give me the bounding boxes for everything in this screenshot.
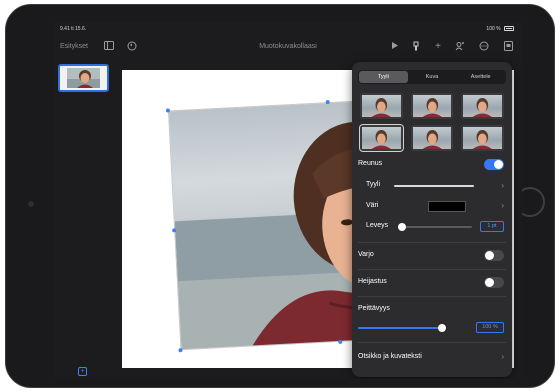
format-tabs: Tyyli Kuva Asettele <box>358 70 506 84</box>
battery-percent: 100 % <box>486 26 501 32</box>
border-color-label: Väri <box>366 202 379 209</box>
toolbar: Esitykset Muotokuvakollaasi + <box>54 34 522 62</box>
shadow-toggle[interactable] <box>484 250 504 261</box>
tab-arrange[interactable]: Asettele <box>456 71 505 83</box>
format-popover: Tyyli Kuva Asettele Reunus Tyyli › Väri … <box>352 62 512 377</box>
border-color-swatch[interactable] <box>428 201 466 212</box>
reflection-row: Heijastus <box>352 276 512 290</box>
border-width-slider-knob[interactable] <box>397 223 406 231</box>
more-icon[interactable] <box>478 41 490 53</box>
style-preset-thumbnail <box>362 95 401 117</box>
border-row: Reunus <box>352 158 512 172</box>
slide-thumbnail[interactable] <box>58 64 109 92</box>
opacity-slider-fill <box>358 327 442 329</box>
battery-indicator: 100 % <box>486 26 514 32</box>
reflection-label: Heijastus <box>358 278 387 285</box>
border-width-label: Leveys <box>366 222 389 229</box>
front-camera <box>28 201 34 207</box>
caption-label: Otsikko ja kuvateksti <box>358 353 422 360</box>
opacity-label-row: Peittävyys <box>352 304 512 316</box>
border-style-row[interactable]: Tyyli › <box>352 180 512 192</box>
chevron-right-icon: › <box>501 352 504 361</box>
border-width-slider[interactable] <box>397 223 472 231</box>
opacity-label: Peittävyys <box>358 305 390 312</box>
border-toggle[interactable] <box>484 159 504 170</box>
divider <box>358 342 506 343</box>
opacity-slider[interactable] <box>358 324 446 332</box>
chevron-right-icon: › <box>501 201 504 210</box>
border-style-preview <box>394 185 474 187</box>
battery-icon <box>504 26 514 32</box>
shadow-label: Varjo <box>358 251 374 258</box>
border-label: Reunus <box>358 160 383 167</box>
caption-row[interactable]: Otsikko ja kuvateksti › <box>352 352 512 364</box>
style-preset-thumbnail <box>412 95 452 117</box>
add-icon[interactable]: + <box>432 41 444 53</box>
ipad-frame: 9.41 ti 15.6. 100 % Esitykset Muotokuvak… <box>5 4 555 388</box>
chevron-right-icon: › <box>501 181 504 190</box>
share-icon[interactable] <box>454 41 466 53</box>
opacity-slider-knob[interactable] <box>438 324 446 332</box>
border-width-field[interactable]: 1 pt <box>480 221 504 232</box>
style-preset[interactable] <box>360 93 403 119</box>
divider <box>358 296 506 297</box>
image-style-presets <box>359 93 504 152</box>
shadow-row: Varjo <box>352 249 512 263</box>
opacity-row: 100 % <box>352 321 512 334</box>
status-time: 9.41 ti 15.6. <box>60 26 87 32</box>
tab-style[interactable]: Tyyli <box>359 71 408 83</box>
resize-handle-bottom-left[interactable] <box>178 348 183 353</box>
document-title: Muotokuvakollaasi <box>259 43 317 50</box>
border-width-row: Leveys 1 pt <box>352 220 512 233</box>
style-preset[interactable] <box>410 93 454 119</box>
divider <box>358 242 506 243</box>
document-icon[interactable] <box>502 41 514 53</box>
slide-thumbnail-image <box>60 66 107 90</box>
resize-handle-bottom[interactable] <box>338 339 343 344</box>
style-preset-thumbnail <box>412 127 452 149</box>
tab-image[interactable]: Kuva <box>408 71 457 83</box>
style-preset[interactable] <box>410 125 454 151</box>
keynote-screen: 9.41 ti 15.6. 100 % Esitykset Muotokuvak… <box>54 22 522 379</box>
format-brush-icon[interactable] <box>410 41 422 53</box>
opacity-field[interactable]: 100 % <box>476 322 504 333</box>
border-style-label: Tyyli <box>366 181 380 188</box>
style-preset[interactable] <box>461 125 504 151</box>
border-color-row[interactable]: Väri › <box>352 200 512 212</box>
play-icon[interactable] <box>388 41 400 53</box>
style-preset-selected[interactable] <box>359 124 404 152</box>
add-slide-button[interactable]: + <box>78 367 87 376</box>
slide-navigator: + <box>54 62 118 379</box>
style-preset-thumbnail <box>463 95 502 117</box>
style-preset-thumbnail <box>362 127 401 149</box>
style-preset-thumbnail <box>463 127 502 149</box>
status-bar: 9.41 ti 15.6. 100 % <box>54 22 522 34</box>
style-preset[interactable] <box>461 93 504 119</box>
reflection-toggle[interactable] <box>484 277 504 288</box>
divider <box>358 269 506 270</box>
